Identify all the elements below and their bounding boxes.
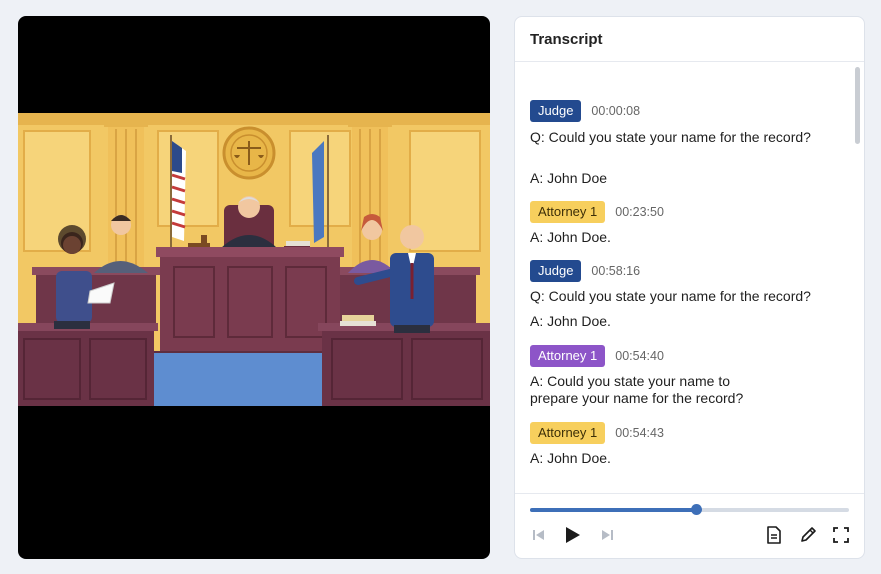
progress-knob[interactable] (690, 504, 702, 515)
pencil-icon (801, 527, 816, 542)
transcript-line: A: John Doe. (530, 450, 611, 466)
speaker-badge: Attorney 1 (530, 422, 606, 444)
transcript-entry[interactable]: Attorney 1 00:54:43 A: John Doe. (530, 422, 844, 467)
timestamp: 00:23:50 (615, 205, 664, 219)
transcript-doc-button[interactable] (763, 524, 785, 546)
skip-forward-button[interactable] (596, 524, 618, 546)
transcript-entry[interactable]: Judge 00:00:08 Q: Could you state your n… (530, 100, 844, 187)
transcript-line: A: John Doe. (530, 229, 611, 245)
speaker-badge: Attorney 1 (530, 201, 606, 223)
fullscreen-button[interactable] (830, 524, 852, 546)
skip-forward-icon (602, 530, 613, 540)
transcript-title: Transcript (530, 31, 603, 48)
transcript-line: A: John Doe (530, 170, 608, 186)
timestamp: 00:00:08 (591, 104, 641, 118)
transcript-line: Q: Could you state your name for the rec… (530, 288, 811, 304)
transcript-entry[interactable]: Attorney 1 00:23:50 A: John Doe. (530, 201, 844, 246)
speaker-badge: Judge (530, 260, 582, 282)
play-icon (566, 527, 580, 543)
timestamp: 00:54:40 (615, 349, 664, 363)
transcript-list[interactable]: Judge 00:00:08 Q: Could you state your n… (530, 62, 844, 494)
transcript-line: A: Could you state your name to (530, 373, 730, 389)
courtroom-illustration (18, 113, 490, 406)
transcript-entry[interactable]: Judge 00:58:16 Q: Could you state your n… (530, 260, 844, 330)
edit-button[interactable] (797, 524, 819, 546)
timestamp: 00:54:43 (615, 426, 664, 440)
video-player[interactable] (18, 16, 490, 559)
transcript-entry[interactable]: Attorney 1 00:54:40 A: Could you state y… (530, 345, 844, 407)
transcript-line: Q: Could you state your name for the rec… (530, 129, 811, 145)
play-button[interactable] (562, 524, 584, 546)
progress-fill (530, 508, 696, 512)
transcript-panel: Transcript Judge 00:00:08 Q: Could you s… (514, 16, 865, 559)
skip-back-icon (533, 530, 544, 540)
transcript-header: Transcript (515, 17, 864, 62)
player-controls (515, 493, 864, 558)
speaker-badge: Attorney 1 (530, 345, 606, 367)
transcript-line: A: John Doe. (530, 313, 611, 329)
fullscreen-icon (833, 527, 849, 543)
skip-back-button[interactable] (528, 524, 550, 546)
document-icon (767, 526, 781, 544)
progress-bar[interactable] (530, 504, 849, 515)
timestamp: 00:58:16 (591, 264, 641, 278)
scrollbar-thumb[interactable] (855, 67, 860, 144)
transcript-line: prepare your name for the record? (530, 390, 744, 406)
speaker-badge: Judge (530, 100, 582, 122)
